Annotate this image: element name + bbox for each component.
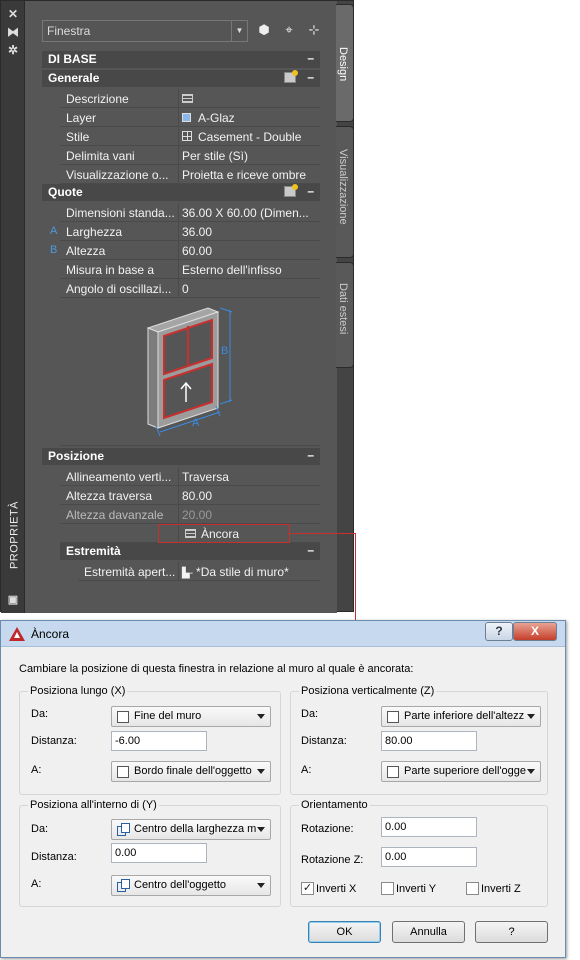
- prop-row-allineamento-verticale[interactable]: Allineamento verti... Traversa: [60, 467, 320, 486]
- chevron-down-icon: [257, 883, 265, 888]
- verticale-distanza-input[interactable]: 80.00: [381, 731, 477, 751]
- help-title-button[interactable]: ?: [485, 622, 513, 641]
- object-type-select[interactable]: Finestra ▼: [42, 20, 248, 42]
- interno-da-select[interactable]: Centro della larghezza m: [111, 819, 271, 840]
- prop-row-larghezza[interactable]: Larghezza 36.00: [60, 222, 320, 241]
- tab-design[interactable]: Design: [336, 4, 354, 122]
- close-button[interactable]: X: [513, 622, 557, 641]
- pickadd-icon[interactable]: ⊹: [306, 22, 322, 38]
- chevron-down-icon: [257, 714, 265, 719]
- dimension-a-marker: A: [50, 225, 58, 237]
- verticale-a-select[interactable]: Parte superiore dell'ogge: [381, 761, 541, 782]
- tab-dati-estesi[interactable]: Dati estesi: [336, 262, 354, 368]
- dialog-title: Àncora: [31, 627, 70, 641]
- prop-row-descrizione[interactable]: Descrizione: [60, 89, 320, 108]
- lungo-a-select[interactable]: Bordo finale dell'oggetto: [111, 761, 271, 782]
- dialog-description: Cambiare la posizione di questa finestra…: [19, 663, 414, 675]
- tab-visualizzazione[interactable]: Visualizzazione: [336, 126, 354, 258]
- style-grid-icon: [182, 131, 192, 141]
- box-icon: [117, 711, 129, 723]
- quick-select-icon[interactable]: ⌖: [281, 22, 297, 38]
- prop-row-altezza[interactable]: Altezza 60.00: [60, 241, 320, 260]
- chevron-down-icon: ▼: [231, 21, 247, 41]
- dialog-titlebar[interactable]: Àncora ? X: [1, 621, 565, 647]
- prop-row-angolo-oscillazione[interactable]: Angolo di oscillazi... 0: [60, 279, 320, 298]
- close-icon[interactable]: ✕: [5, 7, 21, 21]
- annulla-button[interactable]: Annulla: [392, 921, 465, 943]
- palette-title: PROPRIETÀ: [8, 500, 21, 570]
- preview-label-a: A: [192, 417, 200, 429]
- verticale-da-select[interactable]: Parte inferiore dell'altezz: [381, 706, 541, 727]
- section-estremita[interactable]: Estremità –: [60, 543, 320, 560]
- description-editor-icon[interactable]: [182, 94, 193, 103]
- select-objects-icon[interactable]: ⬢: [256, 22, 272, 38]
- app-logo-icon: [9, 627, 25, 641]
- interno-a-select[interactable]: Centro dell'oggetto: [111, 875, 271, 896]
- palette-menu-icon[interactable]: ▣: [5, 593, 21, 607]
- inverti-z-checkbox[interactable]: [466, 882, 479, 895]
- prop-row-dimensioni-standard[interactable]: Dimensioni standa... 36.00 X 60.00 (Dime…: [60, 203, 320, 222]
- callout-leader-line: [290, 533, 356, 623]
- section-di-base[interactable]: DI BASE –: [42, 51, 320, 68]
- layer-color-swatch: [182, 113, 191, 122]
- collapse-icon[interactable]: –: [307, 448, 314, 462]
- chevron-down-icon: [527, 714, 535, 719]
- window-preview: B A: [60, 298, 320, 446]
- object-center-icon: [117, 879, 130, 892]
- collapse-icon[interactable]: –: [307, 51, 314, 65]
- object-type-value: Finestra: [47, 24, 91, 38]
- dimension-b-marker: B: [50, 244, 58, 256]
- prop-row-delimita-vani[interactable]: Delimita vani Per stile (Sì): [60, 146, 320, 165]
- interno-distanza-input[interactable]: 0.00: [111, 843, 207, 863]
- ancora-dialog: Àncora ? X Cambiare la posizione di ques…: [0, 620, 566, 958]
- section-generale[interactable]: Generale –: [42, 70, 320, 87]
- inverti-y-checkbox[interactable]: [381, 882, 394, 895]
- palette-titlebar: ✕ ⧓ ✲ PROPRIETÀ ▣: [1, 1, 25, 613]
- prop-row-visualizzazione-ombre[interactable]: Visualizzazione o... Proietta e riceve o…: [60, 165, 320, 184]
- section-quote[interactable]: Quote –: [42, 184, 320, 201]
- prop-row-layer[interactable]: Layer A-Glaz: [60, 108, 320, 127]
- chevron-down-icon: [257, 769, 265, 774]
- rotazione-input[interactable]: 0.00: [381, 817, 477, 837]
- inverti-x-checkbox[interactable]: ✓: [301, 882, 314, 895]
- ancora-highlight: [158, 524, 290, 543]
- preview-label-b: B: [221, 345, 228, 357]
- lungo-da-select[interactable]: Fine del muro: [111, 706, 271, 727]
- width-center-icon: [117, 823, 130, 836]
- checkmark-icon: ✓: [302, 882, 313, 894]
- box-icon: [387, 766, 399, 778]
- endcap-icon: ▙-: [182, 568, 194, 579]
- box-icon: [117, 766, 129, 778]
- pin-icon[interactable]: [284, 184, 298, 197]
- help-button[interactable]: ?: [475, 921, 548, 943]
- settings-icon[interactable]: ✲: [5, 43, 21, 57]
- prop-row-altezza-davanzale[interactable]: Altezza davanzale 20.00: [60, 505, 320, 524]
- chevron-down-icon: [257, 827, 265, 832]
- lungo-distanza-input[interactable]: -6.00: [111, 731, 207, 751]
- ok-button[interactable]: OK: [308, 921, 381, 943]
- rotazione-z-input[interactable]: 0.00: [381, 847, 477, 867]
- section-posizione[interactable]: Posizione –: [42, 448, 320, 465]
- prop-row-stile[interactable]: Stile Casement - Double: [60, 127, 320, 146]
- auto-hide-icon[interactable]: ⧓: [5, 25, 21, 39]
- prop-row-estremita-aperture[interactable]: Estremità apert... ▙- *Da stile di muro*: [78, 562, 320, 581]
- chevron-down-icon: [527, 769, 535, 774]
- prop-row-misura-base[interactable]: Misura in base a Esterno dell'infisso: [60, 260, 320, 279]
- collapse-icon[interactable]: –: [307, 184, 314, 198]
- box-icon: [387, 711, 399, 723]
- prop-row-altezza-traversa[interactable]: Altezza traversa 80.00: [60, 486, 320, 505]
- pin-icon[interactable]: [284, 70, 298, 83]
- collapse-icon[interactable]: –: [307, 70, 314, 84]
